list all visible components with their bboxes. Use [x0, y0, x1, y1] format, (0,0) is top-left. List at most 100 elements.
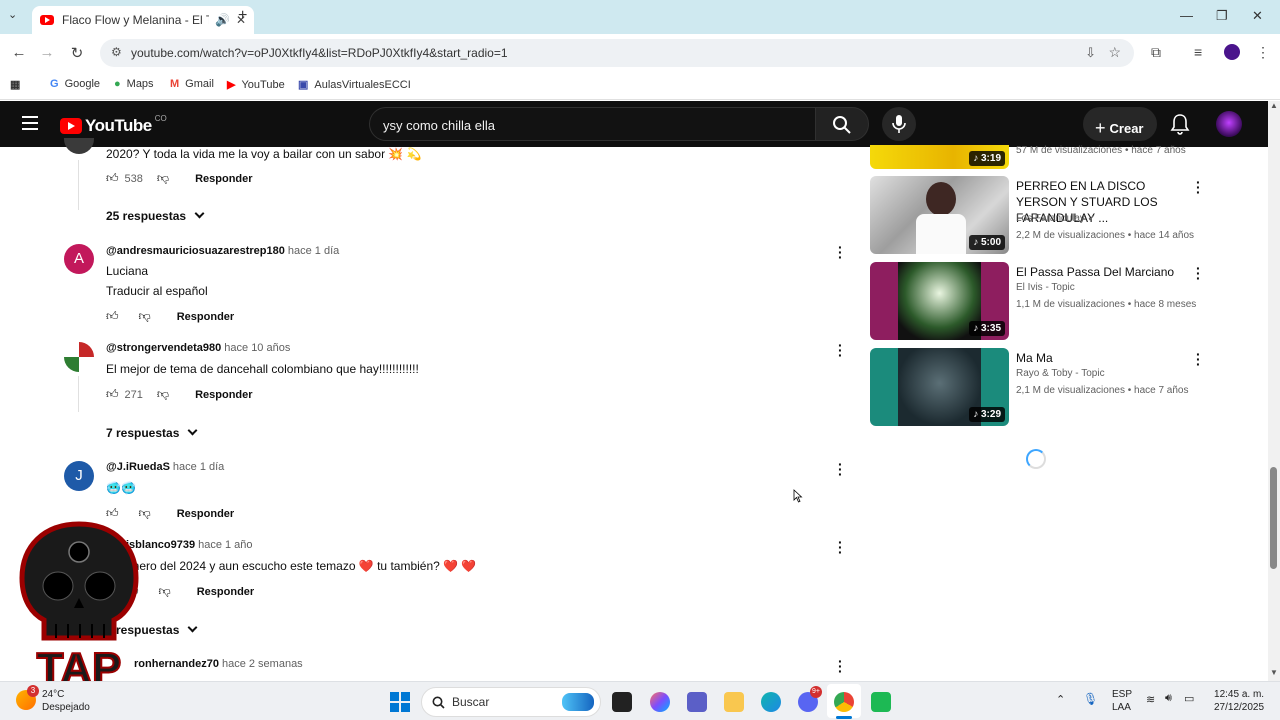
video-thumbnail[interactable]: ♪ 3:35 [870, 262, 1009, 340]
bookmark-youtube[interactable]: ▶ YouTube [227, 78, 285, 92]
back-icon[interactable]: ← [10, 44, 28, 61]
avatar[interactable] [64, 342, 94, 372]
copilot-icon[interactable] [650, 692, 670, 712]
comment-more-icon[interactable]: · · · [838, 457, 843, 481]
comment-time[interactable]: hace 1 día [288, 245, 339, 257]
reply-button[interactable]: Responder [195, 389, 252, 401]
wifi-icon[interactable]: ≋ [1146, 693, 1155, 706]
voice-search-button[interactable] [882, 107, 916, 141]
install-app-icon[interactable]: ⇩ [1085, 45, 1096, 61]
video-more-icon[interactable]: · · · [1196, 347, 1201, 371]
comment-author[interactable]: @J.iRuedaS [106, 461, 170, 473]
comment-more-icon[interactable]: · · · [838, 240, 843, 264]
video-channel[interactable]: El Ivis - Topic [1016, 282, 1075, 293]
bookmark-aulas[interactable]: ▣ AulasVirtualesECCI [298, 78, 411, 92]
dislike-icon[interactable]: 👎︎ [157, 171, 169, 186]
tab-search-chevron-icon[interactable]: ⌄ [8, 8, 17, 21]
task-view-icon[interactable] [612, 692, 632, 712]
file-explorer-icon[interactable] [724, 692, 744, 712]
microphone-tray-icon[interactable]: 🎙︎ [1083, 692, 1098, 706]
browser-tab-active[interactable]: Flaco Flow y Melanina - El T 🔊 ✕ [32, 6, 254, 34]
scroll-down-icon[interactable]: ▼ [1270, 668, 1278, 677]
chrome-menu-icon[interactable]: ⋮ [1256, 44, 1270, 61]
windows-start-icon[interactable] [390, 692, 410, 712]
avatar[interactable]: A [64, 244, 94, 274]
media-control-icon[interactable]: ≡ [1194, 44, 1202, 60]
youtube-logo[interactable]: YouTube CO [60, 114, 167, 136]
avatar[interactable]: J [64, 461, 94, 491]
comment-author[interactable]: @andresmauriciosuazarestrep180 [106, 245, 285, 257]
page-scrollbar[interactable]: ▲ ▼ [1268, 101, 1280, 681]
hamburger-menu-icon[interactable] [22, 116, 38, 130]
comment-time[interactable]: hace 1 año [198, 539, 252, 551]
reply-button[interactable]: Responder [177, 508, 234, 520]
language-indicator[interactable]: ESP LAA [1112, 688, 1132, 714]
teams-icon[interactable] [687, 692, 707, 712]
bookmark-google[interactable]: G Google [50, 78, 100, 90]
search-button[interactable] [815, 107, 869, 141]
comment-time[interactable]: hace 2 semanas [222, 658, 303, 670]
extensions-icon[interactable]: ⧉ [1151, 44, 1161, 61]
clock[interactable]: 12:45 a. m. 27/12/2025 [1214, 688, 1264, 714]
apps-grid-icon[interactable]: ▦ [10, 78, 26, 91]
video-item[interactable]: ♪ 3:35 El Passa Passa Del Marciano El Iv… [870, 261, 1201, 342]
restore-icon[interactable]: ❐ [1216, 8, 1228, 24]
reply-button[interactable]: Responder [197, 586, 254, 598]
chrome-icon[interactable] [834, 692, 854, 712]
reply-button[interactable]: Responder [195, 173, 252, 185]
like-icon[interactable]: 👍︎ [106, 171, 119, 186]
video-item[interactable]: ♪ 3:19 57 M de visualizaciones • hace 7 … [870, 145, 1200, 169]
forward-icon[interactable]: → [38, 44, 56, 61]
comment-author[interactable]: ronhernandez70 [134, 658, 219, 670]
dislike-icon[interactable]: 👎︎ [159, 584, 171, 599]
close-window-icon[interactable]: ✕ [1252, 8, 1263, 24]
tray-overflow-icon[interactable]: ⌃ [1056, 693, 1065, 706]
volume-icon[interactable]: 🔊︎ [1165, 692, 1172, 705]
like-icon[interactable]: 👍︎ [106, 309, 119, 324]
video-title[interactable]: Ma Ma [1016, 350, 1188, 366]
address-bar[interactable]: ⚙ youtube.com/watch?v=oPJ0XtkfIy4&list=R… [100, 39, 1134, 67]
translate-link[interactable]: Traducir al español [106, 284, 208, 298]
comment-more-icon[interactable]: · · · [838, 338, 843, 362]
like-icon[interactable]: 👍︎ [106, 506, 119, 521]
bookmark-maps[interactable]: ● Maps [114, 78, 154, 90]
dislike-icon[interactable]: 👎︎ [139, 506, 151, 521]
comment-more-icon[interactable]: · · · [838, 535, 843, 559]
video-item[interactable]: ♪ 3:29 Ma Ma Rayo & Toby - Topic 2,1 M d… [870, 347, 1201, 428]
minimize-icon[interactable]: — [1180, 8, 1193, 23]
search-input[interactable]: ysy como chilla ella [369, 107, 815, 141]
weather-widget[interactable]: 24°C Despejado [42, 688, 90, 714]
notifications-bell-icon[interactable] [1170, 113, 1190, 135]
replies-toggle[interactable]: 25 respuestas [106, 208, 205, 223]
video-thumbnail[interactable]: ♪ 3:19 [870, 145, 1009, 169]
dislike-icon[interactable]: 👎︎ [157, 387, 169, 402]
scroll-up-icon[interactable]: ▲ [1270, 101, 1278, 110]
comment-time[interactable]: hace 10 años [224, 342, 290, 354]
video-thumbnail[interactable]: ♪ 3:29 [870, 348, 1009, 426]
video-more-icon[interactable]: · · · [1196, 261, 1201, 285]
create-button[interactable]: + Crear [1083, 107, 1157, 141]
like-icon[interactable]: 👍︎ [106, 387, 119, 402]
video-title[interactable]: El Passa Passa Del Marciano [1016, 264, 1188, 280]
taskbar-search-input[interactable]: Buscar [421, 687, 601, 717]
new-tab-button[interactable]: + [238, 7, 247, 25]
edge-icon[interactable] [761, 692, 781, 712]
video-channel[interactable]: Los Farandulay ✔ [1016, 213, 1095, 224]
reply-button[interactable]: Responder [177, 311, 234, 323]
video-more-icon[interactable]: · · · [1196, 175, 1201, 199]
video-item[interactable]: ♪ 5:00 PERREO EN LA DISCO YERSON Y STUAR… [870, 175, 1201, 256]
video-channel[interactable]: Rayo & Toby - Topic [1016, 368, 1105, 379]
comment-author[interactable]: @strongervendeta980 [106, 342, 221, 354]
bookmark-gmail[interactable]: M Gmail [170, 78, 214, 90]
video-thumbnail[interactable]: ♪ 5:00 [870, 176, 1009, 254]
user-avatar[interactable] [1216, 111, 1242, 137]
tab-audio-icon[interactable]: 🔊 [215, 13, 230, 27]
scrollbar-thumb[interactable] [1270, 467, 1277, 569]
whatsapp-icon[interactable] [871, 692, 891, 712]
profile-avatar[interactable] [1224, 44, 1240, 60]
avatar[interactable] [64, 138, 94, 154]
comment-more-icon[interactable]: · · · [838, 654, 843, 678]
replies-toggle[interactable]: 7 respuestas [106, 425, 198, 440]
site-info-icon[interactable]: ⚙ [111, 45, 122, 59]
comment-time[interactable]: hace 1 día [173, 461, 224, 473]
